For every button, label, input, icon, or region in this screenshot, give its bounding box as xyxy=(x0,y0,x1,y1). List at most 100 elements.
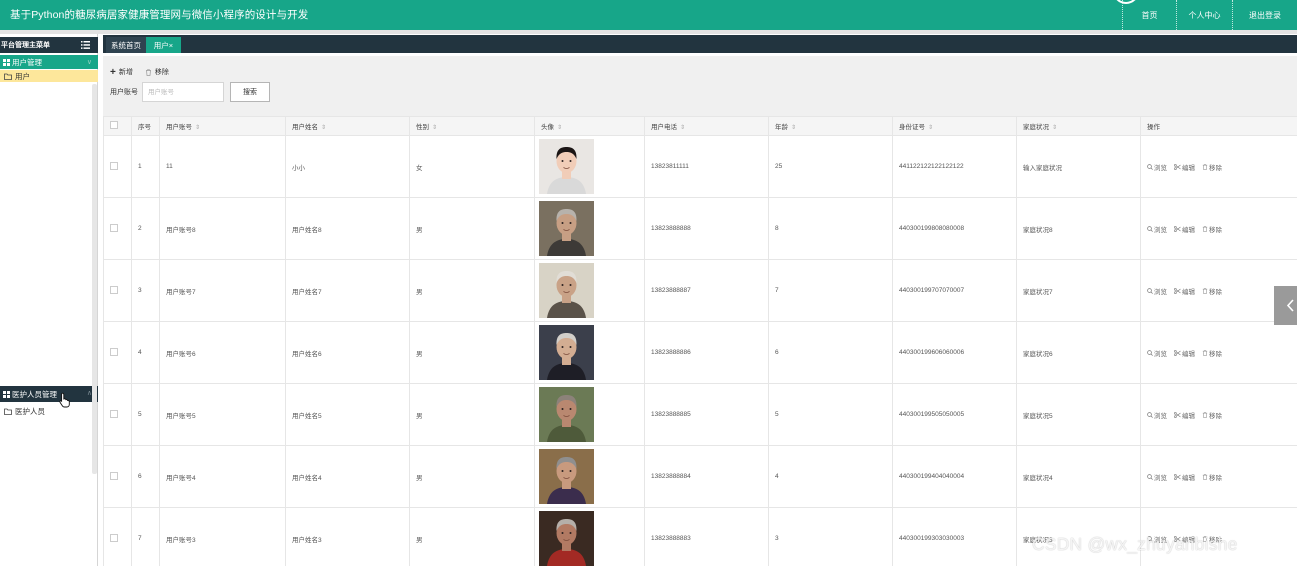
sort-icon[interactable]: ⇕ xyxy=(791,125,796,131)
collapse-panel-button[interactable] xyxy=(1274,286,1297,325)
cell-avatar xyxy=(534,507,645,566)
view-button[interactable]: 浏览 xyxy=(1147,286,1167,296)
add-button-label: 新增 xyxy=(118,69,133,76)
view-button[interactable]: 浏览 xyxy=(1147,162,1167,172)
sort-icon[interactable]: ⇕ xyxy=(321,125,326,131)
table-row: 2 用户账号8 用户姓名8 男 13823888888 8 4403001998080800… xyxy=(103,197,1297,260)
search-label: 用户账号 xyxy=(110,89,138,96)
user-avatar-image xyxy=(539,139,594,194)
column-header[interactable]: 年龄 ⇕ xyxy=(768,116,893,136)
plus-icon: + xyxy=(110,66,116,78)
sort-icon[interactable]: ⇕ xyxy=(195,125,200,131)
cell-avatar xyxy=(534,445,645,508)
column-header[interactable]: 头像 ⇕ xyxy=(534,116,645,136)
sort-icon[interactable]: ⇕ xyxy=(557,125,562,131)
edit-button[interactable]: 编辑 xyxy=(1174,348,1195,358)
delete-row-button[interactable]: 移除 xyxy=(1202,348,1222,358)
add-button[interactable]: + 新增 xyxy=(110,67,133,77)
cell-gender: 男 xyxy=(409,197,535,260)
edit-button[interactable]: 编辑 xyxy=(1174,224,1195,234)
view-button[interactable]: 浏览 xyxy=(1147,224,1167,234)
cell-actions: 浏览 编辑 移除 xyxy=(1140,197,1297,260)
cell-no: 1 xyxy=(131,135,160,198)
cell-no: 2 xyxy=(131,197,160,260)
nav-user-center-link[interactable]: 个人中心 xyxy=(1176,0,1232,30)
delete-row-button[interactable]: 移除 xyxy=(1202,162,1222,172)
sidebar-item-medical-staff[interactable]: 医护人员 xyxy=(0,405,98,417)
row-checkbox[interactable] xyxy=(110,471,118,480)
column-header[interactable]: 性别 ⇕ xyxy=(409,116,535,136)
search-bar: 用户账号 搜索 xyxy=(110,82,270,102)
nav-logout-link[interactable]: 退出登录 xyxy=(1232,0,1297,30)
sidebar-group-user-management[interactable]: 用户管理 ∨ xyxy=(0,55,98,69)
cell-account: 用户账号6 xyxy=(159,321,286,384)
trash-icon xyxy=(1202,349,1208,356)
sort-icon[interactable]: ⇕ xyxy=(432,125,437,131)
app-header: 基于Python的糖尿病居家健康管理网与微信小程序的设计与开发 首页 个人中心 … xyxy=(0,0,1297,30)
sidebar-item-user[interactable]: 用户 xyxy=(0,70,98,82)
search-button[interactable]: 搜索 xyxy=(230,82,270,102)
cell-id-card: 440300199707070007 xyxy=(892,259,1017,322)
search-input[interactable] xyxy=(142,82,224,102)
grid-icon xyxy=(3,390,10,398)
delete-row-button[interactable]: 移除 xyxy=(1202,224,1222,234)
sidebar-group-medical-staff-management[interactable]: 医护人员管理 ∧ xyxy=(0,386,98,402)
cell-family: 家庭状况4 xyxy=(1016,445,1141,508)
column-header[interactable]: 用户账号 ⇕ xyxy=(159,116,286,136)
search-icon xyxy=(1147,287,1153,294)
cell-avatar xyxy=(534,383,645,446)
nav-home-link[interactable]: 首页 xyxy=(1122,0,1176,30)
row-select-cell xyxy=(103,445,132,508)
cell-family: 家庭状况8 xyxy=(1016,197,1141,260)
cell-name: 用户姓名4 xyxy=(285,445,410,508)
row-checkbox[interactable] xyxy=(110,285,118,294)
view-button[interactable]: 浏览 xyxy=(1147,348,1167,358)
scissors-icon xyxy=(1174,473,1181,480)
search-icon xyxy=(1147,163,1153,170)
column-header[interactable]: 用户电话 ⇕ xyxy=(644,116,769,136)
delete-button[interactable]: 移除 xyxy=(145,67,169,77)
view-button[interactable]: 浏览 xyxy=(1147,410,1167,420)
header-divider xyxy=(0,30,1297,34)
row-select-cell xyxy=(103,259,132,322)
sidebar: 平台管理主菜单 用户管理 ∨ 用户 医护人员管理 ∧ 医护人员 xyxy=(0,34,98,566)
view-button[interactable]: 浏览 xyxy=(1147,472,1167,482)
cell-age: 6 xyxy=(768,321,893,384)
cell-age: 4 xyxy=(768,445,893,508)
cell-avatar xyxy=(534,321,645,384)
table-top-spacer xyxy=(103,116,1297,117)
row-select-cell xyxy=(103,197,132,260)
sort-icon[interactable]: ⇕ xyxy=(928,125,933,131)
row-checkbox[interactable] xyxy=(110,161,118,170)
column-header[interactable]: 用户姓名 ⇕ xyxy=(285,116,410,136)
cell-age: 8 xyxy=(768,197,893,260)
cell-avatar xyxy=(534,197,645,260)
column-header[interactable]: 身份证号 ⇕ xyxy=(892,116,1017,136)
row-checkbox[interactable] xyxy=(110,409,118,418)
edit-button[interactable]: 编辑 xyxy=(1174,286,1195,296)
edit-button[interactable]: 编辑 xyxy=(1174,472,1195,482)
row-checkbox[interactable] xyxy=(110,533,118,542)
edit-button[interactable]: 编辑 xyxy=(1174,410,1195,420)
row-checkbox[interactable] xyxy=(110,347,118,356)
delete-row-button[interactable]: 移除 xyxy=(1202,410,1222,420)
delete-row-button[interactable]: 移除 xyxy=(1202,286,1222,296)
cell-gender: 男 xyxy=(409,507,535,566)
cell-name: 用户姓名7 xyxy=(285,259,410,322)
cell-account: 11 xyxy=(159,135,286,198)
row-checkbox[interactable] xyxy=(110,223,118,232)
sidebar-group-label: 医护人员管理 xyxy=(12,389,57,399)
menu-icon[interactable] xyxy=(81,41,90,49)
sidebar-scrollbar[interactable] xyxy=(92,84,97,474)
edit-button[interactable]: 编辑 xyxy=(1174,162,1195,172)
tab-user[interactable]: 用户× xyxy=(146,37,181,53)
cell-phone: 13823811111 xyxy=(644,135,769,198)
select-all-checkbox[interactable] xyxy=(110,121,118,129)
sort-icon[interactable]: ⇕ xyxy=(1052,125,1057,131)
sort-icon[interactable]: ⇕ xyxy=(680,125,685,131)
cell-id-card: 440300199808080008 xyxy=(892,197,1017,260)
delete-row-button[interactable]: 移除 xyxy=(1202,472,1222,482)
tab-system-home[interactable]: 系统首页 xyxy=(106,37,146,53)
user-avatar-image xyxy=(539,387,594,442)
column-header[interactable]: 家庭状况 ⇕ xyxy=(1016,116,1141,136)
